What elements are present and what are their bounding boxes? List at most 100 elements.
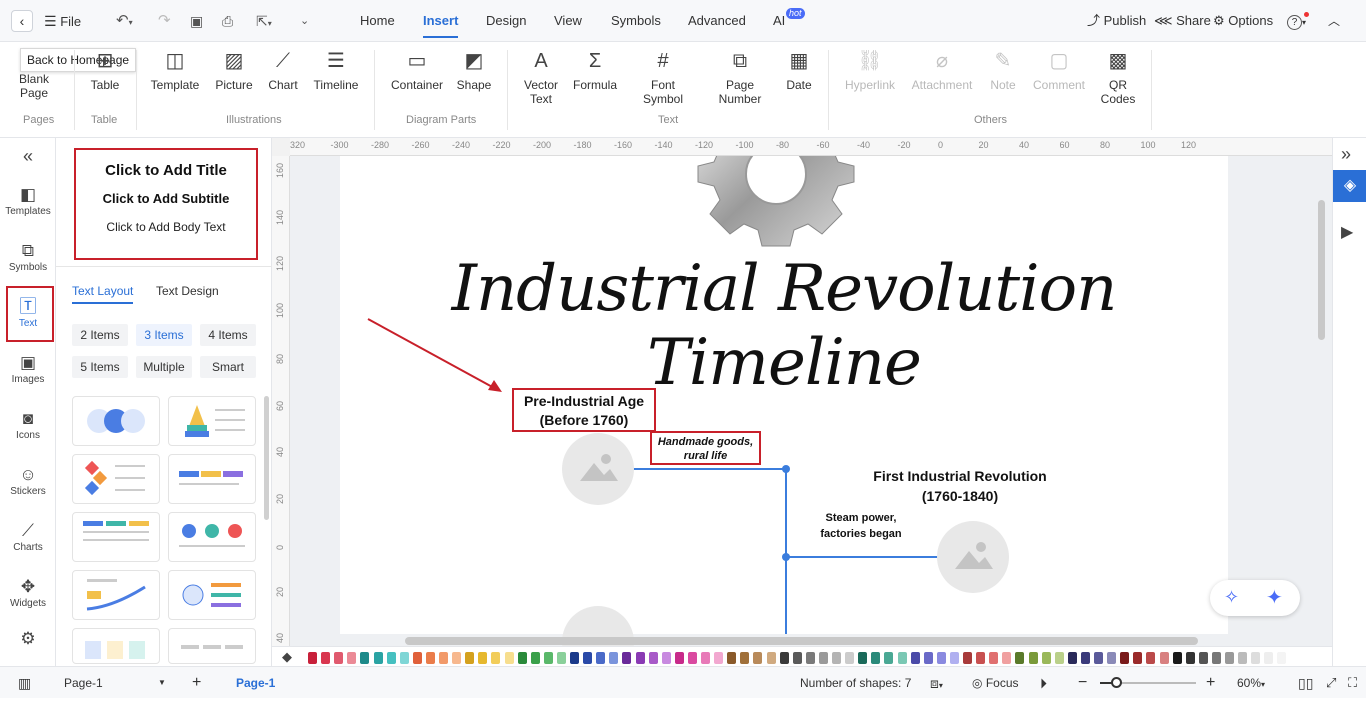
page-number-button[interactable]: ⧉ Page Number — [712, 48, 768, 106]
undo-icon[interactable]: ↶▾ — [116, 0, 133, 42]
settings-button[interactable]: ⚙ — [0, 628, 56, 650]
tab-symbols[interactable]: Symbols — [611, 0, 661, 42]
table-button[interactable]: ⊞ Table — [86, 48, 124, 92]
layout-thumbnail[interactable] — [72, 396, 160, 446]
add-title-text[interactable]: Click to Add Title — [76, 162, 256, 179]
color-swatch[interactable] — [845, 652, 855, 664]
color-swatch[interactable] — [360, 652, 370, 664]
color-swatch[interactable] — [714, 652, 724, 664]
redo-icon[interactable]: ↷ — [158, 0, 171, 42]
tab-insert[interactable]: Insert — [423, 0, 459, 42]
color-swatch[interactable] — [832, 652, 841, 664]
color-swatch[interactable] — [1133, 652, 1143, 664]
layout-thumbnail[interactable] — [168, 512, 256, 562]
color-swatch[interactable] — [439, 652, 448, 664]
color-swatch[interactable] — [1107, 652, 1117, 664]
color-swatch[interactable] — [674, 652, 684, 664]
tab-text-design[interactable]: Text Design — [156, 284, 219, 298]
chip-smart[interactable]: Smart — [200, 356, 256, 378]
add-subtitle-text[interactable]: Click to Add Subtitle — [76, 191, 256, 206]
color-swatch[interactable] — [1054, 652, 1064, 664]
color-swatch[interactable] — [386, 652, 396, 664]
color-swatch[interactable] — [989, 652, 999, 664]
tab-text-layout[interactable]: Text Layout — [72, 284, 134, 304]
zoom-slider-handle[interactable] — [1111, 677, 1122, 688]
color-swatch[interactable] — [1211, 652, 1221, 664]
color-swatch[interactable] — [858, 652, 868, 664]
color-swatch[interactable] — [635, 652, 645, 664]
export-icon[interactable]: ⇱▾ — [256, 0, 272, 42]
focus-button[interactable]: ◎ Focus — [972, 667, 1019, 699]
color-swatch[interactable] — [701, 652, 710, 664]
color-swatch[interactable] — [622, 652, 632, 664]
first-industrial-label[interactable]: First Industrial Revolution (1760-1840) — [860, 466, 1060, 506]
color-swatch[interactable] — [596, 652, 606, 664]
zoom-in-icon[interactable]: + — [1206, 667, 1215, 699]
collapse-ribbon-icon[interactable]: ︿ — [1328, 0, 1340, 42]
image-placeholder[interactable] — [937, 521, 1009, 593]
color-swatch[interactable] — [910, 652, 920, 664]
color-swatch[interactable] — [1159, 652, 1169, 664]
fit-page-icon[interactable]: ⤢ — [1326, 667, 1336, 699]
color-swatch[interactable] — [609, 652, 619, 664]
layout-thumbnail[interactable] — [72, 570, 160, 620]
help-button[interactable]: ? ▾ — [1287, 0, 1309, 42]
color-swatch[interactable] — [1080, 652, 1090, 664]
color-swatch[interactable] — [1264, 652, 1274, 664]
sidebar-item-charts[interactable]: ⟋ Charts — [0, 520, 56, 553]
tab-ai[interactable]: AI — [773, 0, 785, 42]
zoom-out-icon[interactable]: − — [1078, 667, 1087, 699]
vertical-scrollbar[interactable] — [1318, 200, 1325, 340]
color-swatch[interactable] — [766, 652, 776, 664]
connector-node[interactable] — [782, 553, 790, 561]
color-swatch[interactable] — [884, 652, 894, 664]
more-dropdown-icon[interactable]: ⌄ — [300, 0, 309, 42]
date-button[interactable]: ▦ Date — [782, 48, 816, 92]
canvas-area[interactable]: 320 -300 -280 -260 -240 -220 -200 -180 -160 -140-… — [272, 138, 1332, 646]
save-icon[interactable]: ▣ — [190, 0, 203, 42]
sidebar-item-widgets[interactable]: ✥ Widgets — [0, 576, 56, 609]
color-swatch[interactable] — [897, 652, 907, 664]
pre-industrial-desc-box[interactable]: Handmade goods, rural life — [650, 431, 761, 465]
sidebar-item-stickers[interactable]: ☺ Stickers — [0, 464, 56, 497]
color-swatch[interactable] — [949, 652, 959, 664]
color-swatch[interactable] — [1015, 652, 1025, 664]
color-swatch[interactable] — [740, 652, 750, 664]
color-swatch[interactable] — [556, 652, 566, 664]
color-swatch[interactable] — [425, 652, 435, 664]
color-swatch[interactable] — [1251, 652, 1261, 664]
formula-button[interactable]: Σ Formula — [570, 48, 620, 92]
chip-5-items[interactable]: 5 Items — [72, 356, 128, 378]
chip-multiple[interactable]: Multiple — [136, 356, 192, 378]
font-symbol-button[interactable]: # Font Symbol — [634, 48, 692, 106]
layout-thumbnail[interactable] — [168, 454, 256, 504]
chip-4-items[interactable]: 4 Items — [200, 324, 256, 346]
attachment-button[interactable]: ⌀ Attachment — [908, 48, 976, 92]
fill-bucket-icon[interactable]: ◈ — [1333, 170, 1366, 202]
color-swatch[interactable] — [399, 652, 409, 664]
container-button[interactable]: ▭ Container — [388, 48, 446, 92]
share-button[interactable]: ⋘ Share — [1154, 0, 1211, 42]
color-swatch[interactable] — [478, 652, 488, 664]
color-swatch[interactable] — [727, 652, 737, 664]
zoom-level[interactable]: 60%▾ — [1237, 667, 1265, 699]
color-swatch[interactable] — [1185, 652, 1195, 664]
chip-3-items[interactable]: 3 Items — [136, 324, 192, 346]
publish-button[interactable]: ⤴ Publish — [1087, 0, 1146, 42]
template-button[interactable]: ◫ Template — [148, 48, 202, 92]
sidebar-item-symbols[interactable]: ⧉ Symbols — [0, 240, 56, 273]
color-swatch[interactable] — [753, 652, 763, 664]
panel-scrollbar[interactable] — [264, 396, 269, 520]
color-swatch[interactable] — [661, 652, 671, 664]
color-swatch[interactable] — [543, 652, 553, 664]
vector-text-button[interactable]: A Vector Text — [520, 48, 562, 106]
tab-advanced[interactable]: Advanced — [688, 0, 746, 42]
color-swatch[interactable] — [452, 652, 462, 664]
comment-button[interactable]: ▢ Comment — [1030, 48, 1088, 92]
layout-thumbnail[interactable] — [168, 628, 256, 664]
back-button[interactable]: ‹ — [8, 0, 33, 42]
text-preset-card[interactable]: Click to Add Title Click to Add Subtitle… — [74, 148, 258, 260]
add-body-text[interactable]: Click to Add Body Text — [76, 220, 256, 234]
layers-icon[interactable]: ⧈▾ — [930, 667, 943, 699]
color-swatch[interactable] — [504, 652, 514, 664]
